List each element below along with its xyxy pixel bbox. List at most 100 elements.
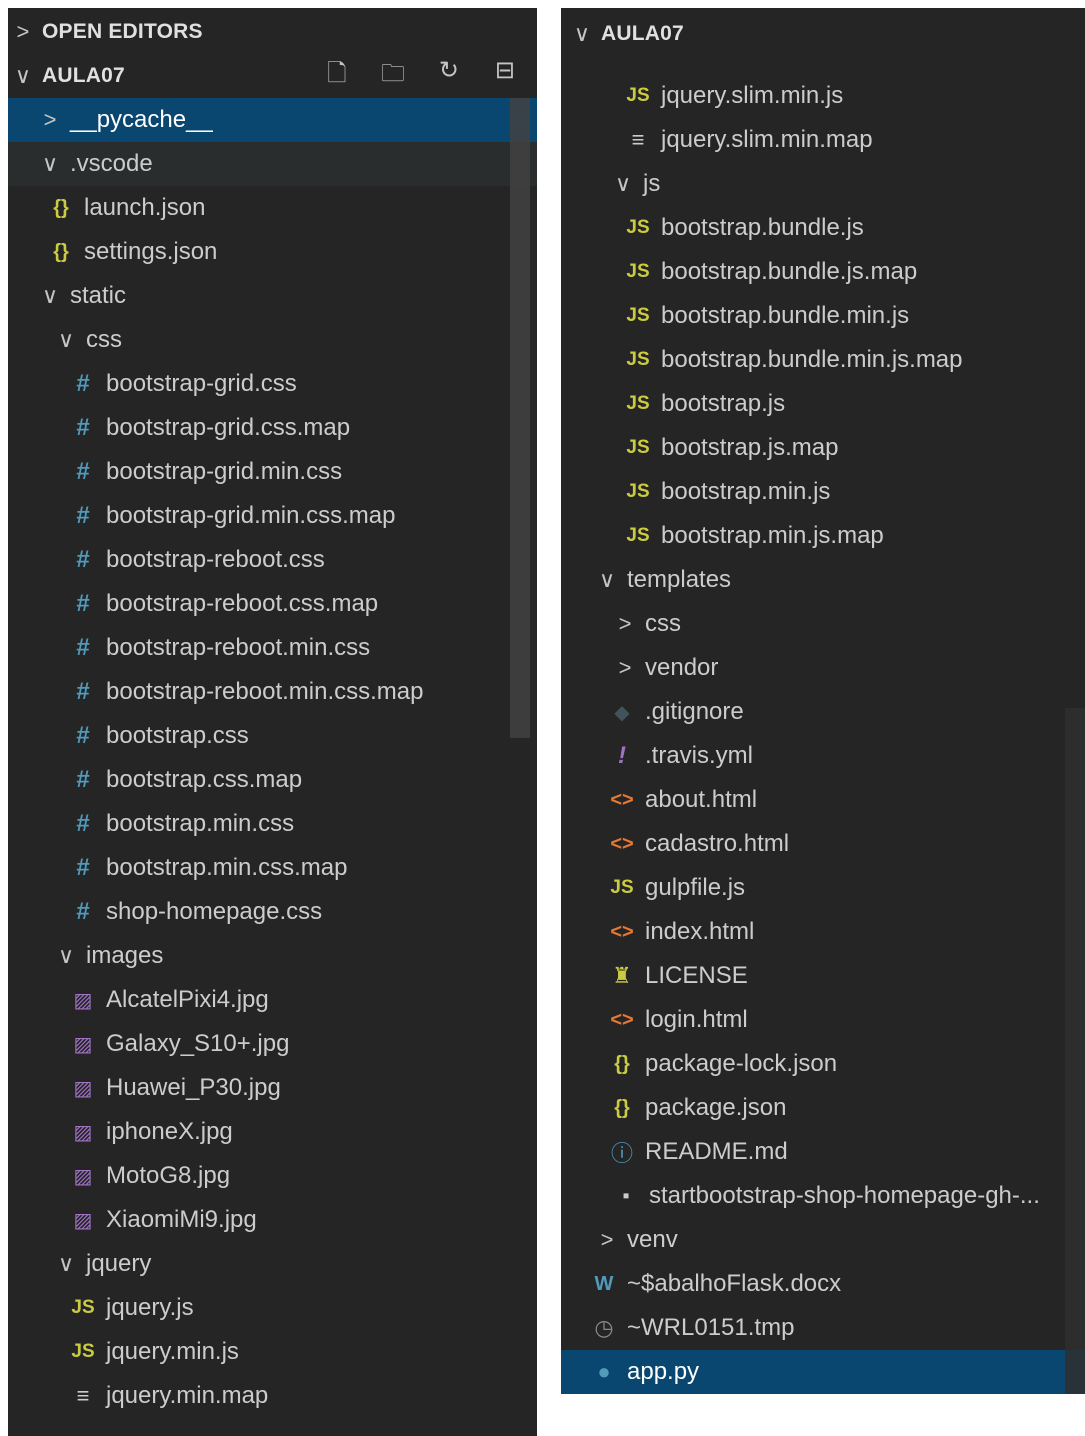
file-bootstrap-grid-min-css-map[interactable]: # bootstrap-grid.min.css.map bbox=[8, 494, 537, 538]
folder-images[interactable]: ∨ images bbox=[8, 934, 537, 978]
folder-static[interactable]: ∨ static bbox=[8, 274, 537, 318]
file-login-html[interactable]: <> login.html bbox=[561, 998, 1085, 1042]
file-wrl0151-tmp[interactable]: ◷ ~WRL0151.tmp bbox=[561, 1306, 1085, 1350]
file-jquery-js[interactable]: JS jquery.js bbox=[8, 1286, 537, 1330]
file-bootstrap-js-map[interactable]: JS bootstrap.js.map bbox=[561, 426, 1085, 470]
file-index-html[interactable]: <> index.html bbox=[561, 910, 1085, 954]
new-folder-icon[interactable]: 🗀 bbox=[379, 56, 407, 97]
file-license[interactable]: ♜ LICENSE bbox=[561, 954, 1085, 998]
html-file-icon: <> bbox=[610, 832, 634, 855]
file-readme-md[interactable]: ⓘ README.md bbox=[561, 1130, 1085, 1174]
tree-item-label: iphoneX.jpg bbox=[106, 1118, 233, 1145]
file-alcatelpixi4-jpg[interactable]: ▨ AlcatelPixi4.jpg bbox=[8, 978, 537, 1022]
css-file-icon: # bbox=[76, 722, 90, 749]
folder-js[interactable]: ∨ js bbox=[561, 162, 1085, 206]
tree-item-label: launch.json bbox=[84, 194, 206, 221]
tree-item-label: cadastro.html bbox=[645, 830, 790, 857]
tree-item-label: bootstrap-reboot.min.css bbox=[106, 634, 371, 661]
collapse-all-icon[interactable]: ⊟ bbox=[491, 56, 519, 97]
js-file-icon: JS bbox=[626, 217, 650, 238]
workspace-header[interactable]: ∨ AULA07 bbox=[561, 12, 1085, 56]
file-package-lock-json[interactable]: {} package-lock.json bbox=[561, 1042, 1085, 1086]
tree-item-label: .travis.yml bbox=[645, 742, 753, 769]
file-about-html[interactable]: <> about.html bbox=[561, 778, 1085, 822]
css-file-icon: # bbox=[76, 414, 90, 441]
file-xiaomimi9-jpg[interactable]: ▨ XiaomiMi9.jpg bbox=[8, 1198, 537, 1242]
file-huawei-p30-jpg[interactable]: ▨ Huawei_P30.jpg bbox=[8, 1066, 537, 1110]
file-shop-homepage-css[interactable]: # shop-homepage.css bbox=[8, 890, 537, 934]
folder-vscode[interactable]: ∨ .vscode bbox=[8, 142, 537, 186]
file-bootstrap-reboot-css[interactable]: # bootstrap-reboot.css bbox=[8, 538, 537, 582]
file-cadastro-html[interactable]: <> cadastro.html bbox=[561, 822, 1085, 866]
refresh-icon[interactable]: ↻ bbox=[435, 56, 463, 97]
folder-templates[interactable]: ∨ templates bbox=[561, 558, 1085, 602]
tree-item-label: shop-homepage.css bbox=[106, 898, 323, 925]
tree-item-label: bootstrap.css.map bbox=[106, 766, 303, 793]
file-jquery-slim-min-js[interactable]: JS jquery.slim.min.js bbox=[561, 74, 1085, 118]
file-bootstrap-min-js-map[interactable]: JS bootstrap.min.js.map bbox=[561, 514, 1085, 558]
tree-item-label: bootstrap-reboot.css.map bbox=[106, 590, 379, 617]
tree-item-label: bootstrap.bundle.min.js bbox=[661, 302, 910, 329]
css-file-icon: # bbox=[76, 502, 90, 529]
tree-item-label: bootstrap.js.map bbox=[661, 434, 839, 461]
file-gulpfile-js[interactable]: JS gulpfile.js bbox=[561, 866, 1085, 910]
file-bootstrap-grid-css[interactable]: # bootstrap-grid.css bbox=[8, 362, 537, 406]
folder-venv[interactable]: > venv bbox=[561, 1218, 1085, 1262]
file-bootstrap-reboot-min-css-map[interactable]: # bootstrap-reboot.min.css.map bbox=[8, 670, 537, 714]
folder-css[interactable]: ∨ css bbox=[8, 318, 537, 362]
folder-vendor[interactable]: > vendor bbox=[561, 646, 1085, 690]
file-settings-json[interactable]: {} settings.json bbox=[8, 230, 537, 274]
file-startbootstrap-shop-homepage-gh[interactable]: ▪ startbootstrap-shop-homepage-gh-... bbox=[561, 1174, 1085, 1218]
new-file-icon[interactable]: 🗋 bbox=[323, 56, 351, 97]
file-bootstrap-js[interactable]: JS bootstrap.js bbox=[561, 382, 1085, 426]
file-abalhoflask-docx[interactable]: W ~$abalhoFlask.docx bbox=[561, 1262, 1085, 1306]
tree-item-label: bootstrap.bundle.min.js.map bbox=[661, 346, 963, 373]
file-app-py[interactable]: ● app.py bbox=[561, 1350, 1085, 1394]
tree-item-label: Galaxy_S10+.jpg bbox=[106, 1030, 290, 1057]
scrollbar[interactable] bbox=[510, 98, 530, 738]
css-file-icon: # bbox=[76, 766, 90, 793]
file-bootstrap-min-css[interactable]: # bootstrap.min.css bbox=[8, 802, 537, 846]
folder-css[interactable]: > css bbox=[561, 602, 1085, 646]
file-bootstrap-bundle-min-js[interactable]: JS bootstrap.bundle.min.js bbox=[561, 294, 1085, 338]
file-bootstrap-reboot-css-map[interactable]: # bootstrap-reboot.css.map bbox=[8, 582, 537, 626]
tree-item-label: bootstrap-grid.min.css.map bbox=[106, 502, 396, 529]
file-galaxy-s10-jpg[interactable]: ▨ Galaxy_S10+.jpg bbox=[8, 1022, 537, 1066]
chevron-right-icon: > bbox=[43, 107, 57, 132]
scrollbar[interactable] bbox=[1065, 708, 1085, 1394]
file-jquery-min-map[interactable]: ≡ jquery.min.map bbox=[8, 1374, 537, 1418]
tree-item-label: package-lock.json bbox=[645, 1050, 838, 1077]
file-travis-yml[interactable]: ! .travis.yml bbox=[561, 734, 1085, 778]
tree-item-label: bootstrap-grid.min.css bbox=[106, 458, 343, 485]
file-bootstrap-bundle-js-map[interactable]: JS bootstrap.bundle.js.map bbox=[561, 250, 1085, 294]
git-file-icon: ◆ bbox=[614, 701, 630, 724]
folder-jquery[interactable]: ∨ jquery bbox=[8, 1242, 537, 1286]
chevron-down-icon: ∨ bbox=[598, 567, 616, 592]
file-bootstrap-reboot-min-css[interactable]: # bootstrap-reboot.min.css bbox=[8, 626, 537, 670]
map-file-icon: ≡ bbox=[76, 1383, 90, 1408]
file-iphonex-jpg[interactable]: ▨ iphoneX.jpg bbox=[8, 1110, 537, 1154]
file-bootstrap-grid-min-css[interactable]: # bootstrap-grid.min.css bbox=[8, 450, 537, 494]
file-bootstrap-min-css-map[interactable]: # bootstrap.min.css.map bbox=[8, 846, 537, 890]
file-bootstrap-bundle-js[interactable]: JS bootstrap.bundle.js bbox=[561, 206, 1085, 250]
tree-item-label: jquery.min.map bbox=[106, 1382, 269, 1409]
js-file-icon: JS bbox=[626, 393, 650, 414]
file-jquery-slim-min-map[interactable]: ≡ jquery.slim.min.map bbox=[561, 118, 1085, 162]
file-bootstrap-min-js[interactable]: JS bootstrap.min.js bbox=[561, 470, 1085, 514]
workspace-header[interactable]: ∨ AULA07 🗋 🗀 ↻ ⊟ bbox=[8, 54, 537, 98]
file-package-json[interactable]: {} package.json bbox=[561, 1086, 1085, 1130]
file-bootstrap-grid-css-map[interactable]: # bootstrap-grid.css.map bbox=[8, 406, 537, 450]
file-motog8-jpg[interactable]: ▨ MotoG8.jpg bbox=[8, 1154, 537, 1198]
file-bootstrap-bundle-min-js-map[interactable]: JS bootstrap.bundle.min.js.map bbox=[561, 338, 1085, 382]
tree-item-label: bootstrap-grid.css.map bbox=[106, 414, 351, 441]
css-file-icon: # bbox=[76, 590, 90, 617]
file-gitignore[interactable]: ◆ .gitignore bbox=[561, 690, 1085, 734]
tree-item-label: jquery.slim.min.js bbox=[661, 82, 844, 109]
file-bootstrap-css-map[interactable]: # bootstrap.css.map bbox=[8, 758, 537, 802]
file-bootstrap-css[interactable]: # bootstrap.css bbox=[8, 714, 537, 758]
open-editors-header[interactable]: > OPEN EDITORS bbox=[8, 10, 537, 54]
image-file-icon: ▨ bbox=[73, 1209, 93, 1232]
file-launch-json[interactable]: {} launch.json bbox=[8, 186, 537, 230]
folder-pycache[interactable]: > __pycache__ bbox=[8, 98, 537, 142]
file-jquery-min-js[interactable]: JS jquery.min.js bbox=[8, 1330, 537, 1374]
